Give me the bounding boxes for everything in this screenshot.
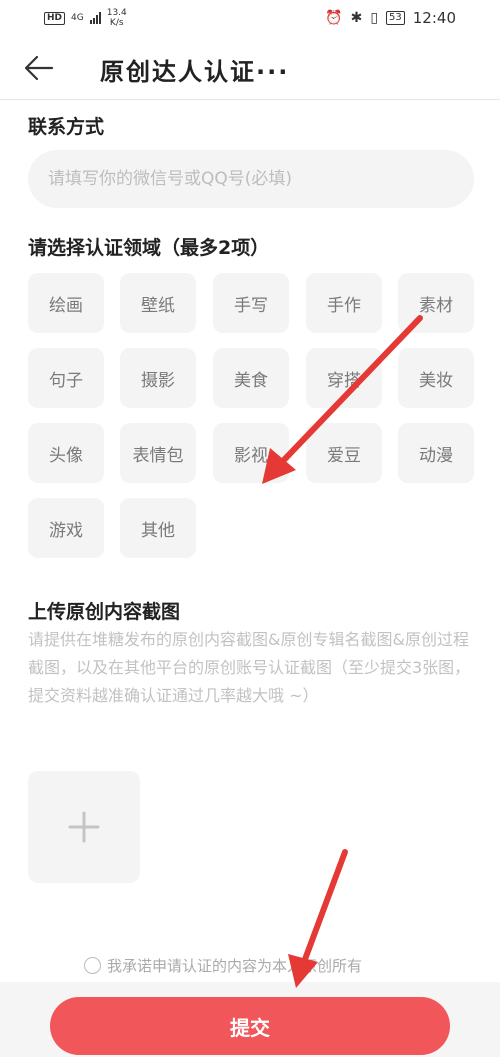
- domain-tag[interactable]: 绘画: [28, 273, 104, 333]
- domain-tag[interactable]: 美食: [213, 348, 289, 408]
- domain-tag[interactable]: 表情包: [120, 423, 196, 483]
- hd-badge: HD: [44, 11, 66, 25]
- agreement-checkbox[interactable]: 我承诺申请认证的内容为本人原创所有: [84, 955, 362, 976]
- domain-tag[interactable]: 手写: [213, 273, 289, 333]
- header: 原创达人认证···: [0, 36, 500, 100]
- status-left: HD 4G 13.4 K/s: [44, 8, 127, 28]
- arrow-left-icon[interactable]: [24, 54, 54, 82]
- plus-icon: [68, 811, 100, 843]
- vibrate-icon: ▯: [370, 10, 379, 26]
- domain-tag[interactable]: 壁纸: [120, 273, 196, 333]
- clock: 12:40: [412, 9, 456, 27]
- upload-description: 请提供在堆糖发布的原创内容截图&原创专辑名截图&原创过程截图，以及在其他平台的原…: [28, 630, 471, 705]
- add-image-button[interactable]: [28, 771, 140, 883]
- domain-tag[interactable]: 其他: [120, 498, 196, 558]
- domain-tag[interactable]: 句子: [28, 348, 104, 408]
- signal-icon: [89, 12, 101, 24]
- domain-tag[interactable]: 游戏: [28, 498, 104, 558]
- domain-tag[interactable]: 头像: [28, 423, 104, 483]
- agreement-text: 我承诺申请认证的内容为本人原创所有: [107, 957, 363, 975]
- network-speed: 13.4 K/s: [107, 8, 127, 28]
- domain-tag[interactable]: 穿搭: [306, 348, 382, 408]
- domain-section-title: 请选择认证领域（最多2项）: [28, 237, 270, 259]
- contact-section-title: 联系方式: [28, 116, 105, 138]
- domain-tag[interactable]: 摄影: [120, 348, 196, 408]
- domain-tag[interactable]: 动漫: [398, 423, 474, 483]
- alarm-icon: ⏰: [325, 10, 343, 26]
- domain-tag[interactable]: 爱豆: [306, 423, 382, 483]
- page-title: 原创达人认证···: [100, 58, 290, 86]
- status-bar: HD 4G 13.4 K/s ⏰ ✱ ▯ 53 12:40: [0, 0, 500, 36]
- upload-section-title: 上传原创内容截图: [28, 601, 181, 623]
- domain-tag[interactable]: 手作: [306, 273, 382, 333]
- radio-icon: [84, 957, 101, 974]
- status-right: ⏰ ✱ ▯ 53 12:40: [325, 9, 456, 27]
- network-type: 4G: [71, 13, 84, 23]
- speed-value: 13.4: [106, 8, 127, 18]
- battery-icon: 53: [386, 11, 405, 25]
- submit-button[interactable]: 提交: [50, 997, 450, 1055]
- bluetooth-icon: ✱: [350, 10, 363, 26]
- contact-input[interactable]: [28, 150, 474, 208]
- domain-tag[interactable]: 美妆: [398, 348, 474, 408]
- domain-tag[interactable]: 影视: [213, 423, 289, 483]
- domain-tag[interactable]: 素材: [398, 273, 474, 333]
- speed-unit: K/s: [109, 18, 124, 28]
